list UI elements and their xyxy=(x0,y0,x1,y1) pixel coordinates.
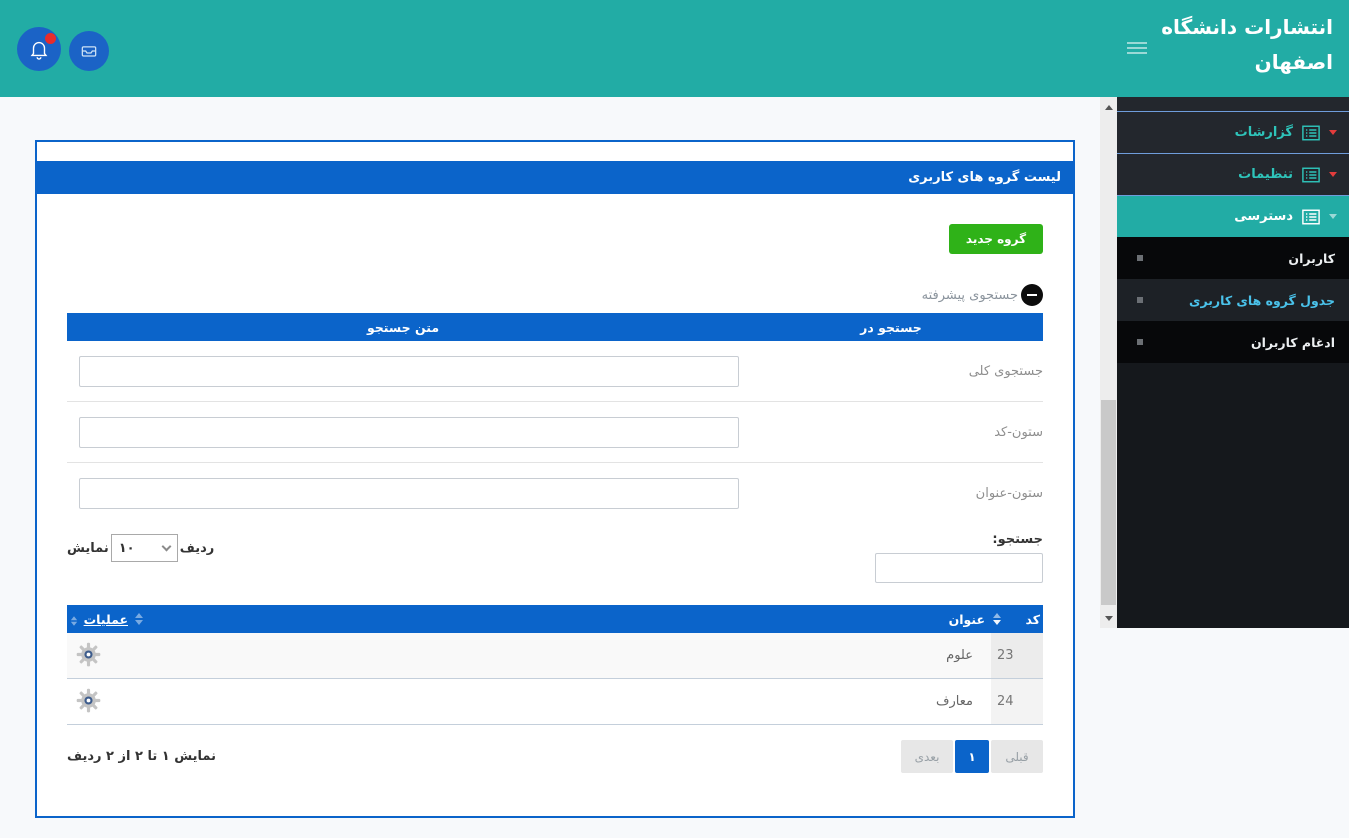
gear-icon xyxy=(75,641,102,671)
table-info-text: نمایش ۱ تا ۲ از ۲ ردیف xyxy=(67,749,216,764)
code-column-search-input[interactable] xyxy=(79,417,739,448)
title-column-search-input[interactable] xyxy=(79,478,739,509)
column-header-search-in: جستجو در xyxy=(739,320,1043,335)
page-length-control: نمایش ۱۰ ردیف xyxy=(67,534,214,562)
pagination: قبلی ۱ بعدی xyxy=(901,740,1043,773)
panel-title: لیست گروه های کاربری xyxy=(37,161,1073,194)
sidebar-subitem-label: کاربران xyxy=(1288,251,1335,266)
column-header-search-text: متن جستجو xyxy=(67,320,739,335)
square-bullet-icon xyxy=(1137,339,1143,345)
minus-icon xyxy=(1027,294,1037,296)
row-actions-button[interactable] xyxy=(75,641,102,671)
hamburger-menu-icon[interactable] xyxy=(1127,42,1147,58)
page-length-value: ۱۰ xyxy=(119,541,135,556)
sidebar-item-access[interactable]: دسترسی xyxy=(1117,195,1349,237)
cell-code: 23 xyxy=(991,633,1043,678)
collapse-advanced-search-button[interactable] xyxy=(1021,284,1043,306)
sort-icon xyxy=(71,616,77,626)
search-row-label: ستون-عنوان xyxy=(739,486,1043,501)
general-search-input[interactable] xyxy=(79,356,739,387)
column-header-title[interactable]: عنوان xyxy=(135,612,991,627)
table-row: 23 علوم xyxy=(67,633,1043,679)
chevron-down-icon xyxy=(1329,130,1337,135)
sidebar-subitem-merge-users[interactable]: ادغام کاربران xyxy=(1117,321,1349,363)
row-actions-button[interactable] xyxy=(75,687,102,717)
column-header-operations[interactable]: عملیات xyxy=(67,612,135,627)
table-row: 24 معارف xyxy=(67,679,1043,725)
arrow-up-icon xyxy=(1105,105,1113,110)
user-groups-panel: لیست گروه های کاربری گروه جدید جستجوی پی… xyxy=(35,140,1075,818)
pagination-prev-button[interactable]: قبلی xyxy=(991,740,1043,773)
app-title-line1: انتشارات دانشگاه xyxy=(1003,10,1333,45)
advanced-search-table: جستجو در متن جستجو جستجوی کلی ستون-کد ست… xyxy=(67,313,1043,524)
scroll-up-button[interactable] xyxy=(1100,99,1117,115)
length-prefix-label: نمایش xyxy=(67,541,109,556)
search-row-code: ستون-کد xyxy=(67,402,1043,463)
top-bar: انتشارات دانشگاه اصفهان xyxy=(0,0,1349,97)
messages-button[interactable] xyxy=(69,31,109,71)
sidebar-scrollbar[interactable] xyxy=(1100,97,1117,628)
chevron-down-icon xyxy=(1329,214,1337,219)
sidebar-item-reports[interactable]: گزارشات xyxy=(1117,111,1349,153)
sidebar-item-label: تنظیمات xyxy=(1238,167,1293,182)
search-row-label: جستجوی کلی xyxy=(739,364,1043,379)
square-bullet-icon xyxy=(1137,255,1143,261)
list-icon xyxy=(1302,125,1320,141)
scroll-down-button[interactable] xyxy=(1100,610,1117,626)
notification-badge xyxy=(45,33,56,44)
gear-icon xyxy=(75,687,102,717)
list-icon xyxy=(1302,209,1320,225)
inbox-icon xyxy=(79,41,99,61)
sidebar-subitem-label: ادغام کاربران xyxy=(1251,335,1335,350)
quick-search-label: جستجو: xyxy=(875,532,1043,547)
pagination-page-1-button[interactable]: ۱ xyxy=(955,740,989,773)
search-row-general: جستجوی کلی xyxy=(67,341,1043,402)
pagination-next-button[interactable]: بعدی xyxy=(901,740,953,773)
sidebar-subitem-user-groups[interactable]: جدول گروه های کاربری xyxy=(1117,279,1349,321)
chevron-down-icon xyxy=(1329,172,1337,177)
sort-icon xyxy=(135,613,143,625)
sort-icon xyxy=(993,613,1001,625)
quick-search-input[interactable] xyxy=(875,553,1043,583)
cell-code: 24 xyxy=(991,679,1043,724)
list-icon xyxy=(1302,167,1320,183)
sidebar-item-settings[interactable]: تنظیمات xyxy=(1117,153,1349,195)
new-group-button[interactable]: گروه جدید xyxy=(949,224,1043,254)
cell-title: معارف xyxy=(135,679,991,724)
notifications-button[interactable] xyxy=(17,27,61,71)
square-bullet-icon xyxy=(1137,297,1143,303)
search-row-label: ستون-کد xyxy=(739,425,1043,440)
length-suffix-label: ردیف xyxy=(180,541,215,556)
sidebar-item-label: دسترسی xyxy=(1234,209,1293,224)
sidebar-subitem-users[interactable]: کاربران xyxy=(1117,237,1349,279)
column-header-code[interactable]: کد xyxy=(991,612,1043,627)
scrollbar-thumb[interactable] xyxy=(1101,400,1116,605)
app-title: انتشارات دانشگاه اصفهان xyxy=(1003,10,1333,80)
sidebar-item-label: گزارشات xyxy=(1235,125,1293,140)
chevron-down-icon xyxy=(161,541,171,551)
advanced-search-label: جستجوی پیشرفته xyxy=(922,288,1018,303)
page-length-select[interactable]: ۱۰ xyxy=(111,534,178,562)
column-header-label: کد xyxy=(1026,612,1041,627)
sidebar-item-partial xyxy=(1117,97,1349,111)
groups-table: کد عنوان عملیات 23 علوم xyxy=(67,605,1043,725)
app-title-line2: اصفهان xyxy=(1003,45,1333,80)
column-header-label: عنوان xyxy=(949,612,985,627)
cell-title: علوم xyxy=(135,633,991,678)
search-row-title: ستون-عنوان xyxy=(67,463,1043,524)
column-header-label: عملیات xyxy=(84,612,128,627)
arrow-down-icon xyxy=(1105,616,1113,621)
sidebar: گزارشات تنظیمات دسترسی کاربران جدول گروه… xyxy=(1117,97,1349,628)
sidebar-subitem-label: جدول گروه های کاربری xyxy=(1189,293,1335,308)
